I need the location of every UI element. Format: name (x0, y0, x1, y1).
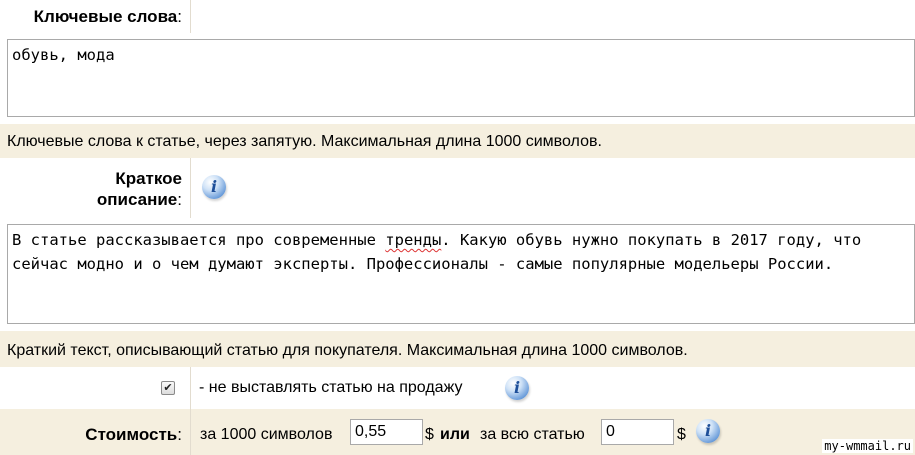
price-label: Стоимость: (85, 425, 182, 444)
price-per-1000-text: за 1000 символов (200, 426, 333, 443)
column-divider (190, 367, 191, 409)
keywords-textarea[interactable]: обувь, мода (7, 39, 915, 117)
column-divider (190, 0, 191, 33)
currency-symbol: $ (677, 426, 686, 443)
currency-symbol: $ (425, 426, 434, 443)
keywords-label: Ключевые слова: (33, 7, 182, 26)
description-hint-text: Краткий текст, описывающий статью для по… (7, 342, 688, 359)
description-textarea[interactable]: В статье рассказывается про современные … (7, 224, 915, 324)
price-info-icon[interactable]: i (696, 419, 720, 443)
column-divider (190, 158, 191, 218)
keywords-hint: Ключевые слова к статье, через запятую. … (0, 124, 915, 158)
column-divider (190, 409, 191, 455)
not-for-sale-checkbox[interactable]: ✔ (161, 381, 175, 395)
keywords-hint-text: Ключевые слова к статье, через запятую. … (7, 133, 602, 150)
price-per-1000-input[interactable]: 0,55 (350, 419, 423, 445)
watermark: my-wmmail.ru (822, 439, 913, 453)
description-hint: Краткий текст, описывающий статью для по… (0, 331, 915, 367)
price-row: Стоимость: за 1000 символов 0,55 $ или з… (0, 409, 915, 455)
whole-article-input[interactable]: 0 (601, 419, 674, 445)
description-info-icon[interactable]: i (202, 175, 226, 199)
whole-article-text: за всю статью (480, 426, 585, 443)
description-label: Краткое описание: (96, 169, 182, 209)
not-for-sale-label: - не выставлять статью на продажу (199, 379, 463, 396)
or-text: или (440, 426, 470, 443)
not-for-sale-info-icon[interactable]: i (505, 376, 529, 400)
description-label-row: Краткое описание: i (0, 158, 915, 218)
not-for-sale-row: ✔ - не выставлять статью на продажу i (0, 367, 915, 409)
keywords-label-row: Ключевые слова: (0, 0, 915, 33)
misspelled-word: тренды (385, 231, 442, 249)
